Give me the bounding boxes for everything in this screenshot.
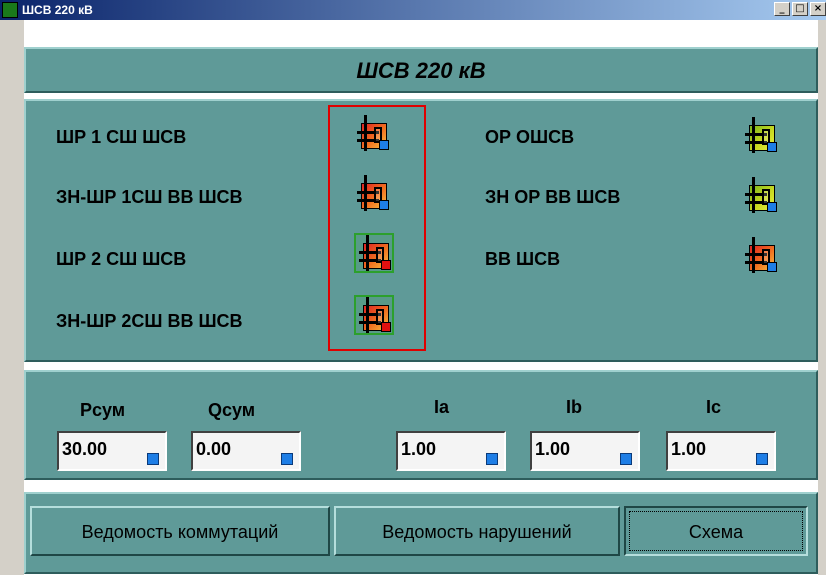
title-bar: ШСВ 220 кВ _ □ × (0, 0, 826, 20)
app-icon (2, 2, 18, 18)
indicator-icon (486, 453, 498, 465)
p-sum-field[interactable]: 30.00 (57, 431, 167, 471)
switch-label-5: ОР ОШСВ (485, 127, 575, 147)
indicator-icon (281, 453, 293, 465)
q-sum-value: 0.00 (196, 439, 232, 459)
ib-field[interactable]: 1.00 (530, 431, 640, 471)
violations-log-button[interactable]: Ведомость нарушений (334, 506, 620, 556)
scheme-button[interactable]: Схема (624, 506, 808, 556)
switch-label-3: ШР 2 СШ ШСВ (56, 249, 187, 269)
switch-icon-zn-or[interactable] (742, 177, 778, 213)
page-title: ШСВ 220 кВ (356, 58, 486, 83)
indicator-icon (756, 453, 768, 465)
selection-highlight-frame (328, 105, 426, 351)
indicator-icon (147, 453, 159, 465)
p-sum-value: 30.00 (62, 439, 108, 459)
right-edge (818, 20, 826, 575)
window-controls: _ □ × (772, 2, 826, 16)
header-panel: ШСВ 220 кВ (24, 47, 818, 93)
window-title: ШСВ 220 кВ (22, 3, 93, 17)
p-sum-label: Рсум (80, 400, 126, 420)
app-window: ШСВ 220 кВ _ □ × ШСВ 220 кВ ШР 1 СШ ШСВ … (0, 0, 826, 575)
ic-field[interactable]: 1.00 (666, 431, 776, 471)
ib-value: 1.00 (535, 439, 571, 459)
q-sum-field[interactable]: 0.00 (191, 431, 301, 471)
switch-label-6: ЗН ОР ВВ ШСВ (485, 187, 621, 207)
ia-field[interactable]: 1.00 (396, 431, 506, 471)
ib-label: Ib (566, 397, 582, 417)
ic-value: 1.00 (671, 439, 707, 459)
switch-icon-or-oshsv[interactable] (742, 117, 778, 153)
ia-value: 1.00 (401, 439, 437, 459)
switch-icon-vv[interactable] (742, 237, 778, 273)
minimize-button[interactable]: _ (774, 2, 790, 16)
switch-label-7: ВВ ШСВ (485, 249, 561, 269)
indicator-icon (620, 453, 632, 465)
q-sum-label: Qсум (208, 400, 256, 420)
switch-label-2: ЗН-ШР 1СШ ВВ ШСВ (56, 187, 243, 207)
ic-label: Ic (706, 397, 722, 417)
switching-log-button[interactable]: Ведомость коммутаций (30, 506, 330, 556)
close-button[interactable]: × (810, 2, 826, 16)
ia-label: Ia (434, 397, 450, 417)
switch-label-4: ЗН-ШР 2СШ ВВ ШСВ (56, 311, 243, 331)
maximize-button[interactable]: □ (792, 2, 808, 16)
switch-label-1: ШР 1 СШ ШСВ (56, 127, 187, 147)
